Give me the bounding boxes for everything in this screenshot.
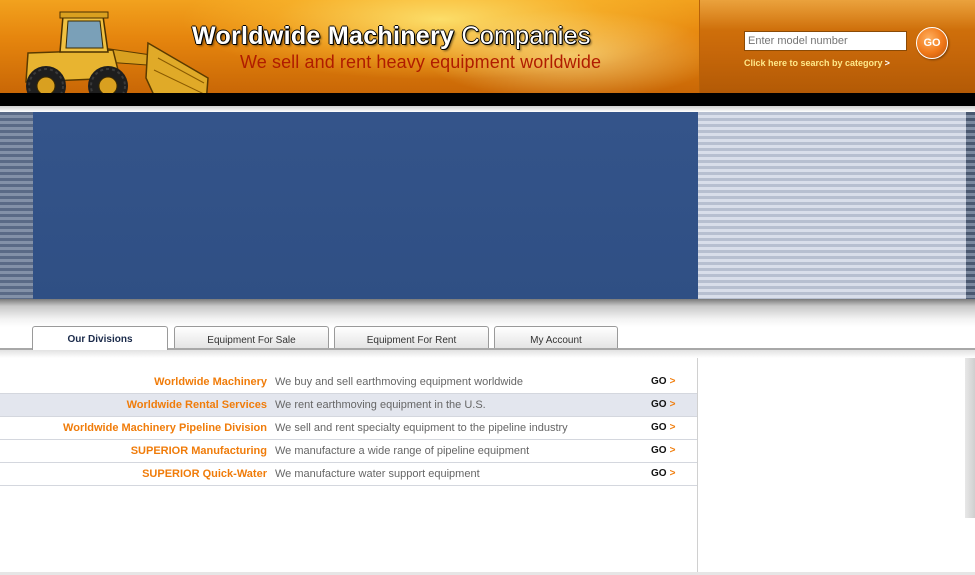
go-label: GO [651, 399, 667, 410]
header-black-bar [0, 93, 975, 106]
go-label: GO [651, 445, 667, 456]
division-name[interactable]: SUPERIOR Quick-Water [142, 468, 267, 480]
division-description: We sell and rent specialty equipment to … [275, 422, 568, 434]
right-edge-shade [965, 358, 975, 518]
division-go-link[interactable]: GO > [651, 445, 675, 456]
brand-title-bold: Worldwide Machinery [192, 22, 455, 50]
model-number-input[interactable] [744, 31, 907, 51]
division-row-rental-services[interactable]: Worldwide Rental Services We rent earthm… [0, 394, 697, 417]
division-name[interactable]: SUPERIOR Manufacturing [131, 445, 267, 457]
division-description: We rent earthmoving equipment in the U.S… [275, 399, 486, 411]
go-label: GO [651, 422, 667, 433]
hero-shadow [0, 299, 975, 327]
tab-equipment-for-sale[interactable]: Equipment For Sale [174, 326, 329, 348]
chevron-right-icon: > [669, 468, 676, 479]
tab-label: My Account [530, 335, 582, 346]
content-divider [697, 358, 698, 573]
division-row-worldwide-machinery[interactable]: Worldwide Machinery We buy and sell eart… [0, 371, 697, 394]
division-name[interactable]: Worldwide Machinery [154, 376, 267, 388]
hero-banner [33, 112, 698, 299]
chevron-right-icon: > [669, 399, 676, 410]
chevron-right-icon: > [669, 422, 676, 433]
tab-equipment-for-rent[interactable]: Equipment For Rent [334, 326, 489, 348]
hero-left-stripes [0, 112, 33, 299]
division-go-link[interactable]: GO > [651, 376, 675, 387]
go-label: GO [651, 376, 667, 387]
division-description: We buy and sell earthmoving equipment wo… [275, 376, 524, 388]
divisions-list: Worldwide Machinery We buy and sell eart… [0, 371, 697, 486]
chevron-right-icon: > [884, 58, 890, 68]
division-name[interactable]: Worldwide Rental Services [127, 399, 267, 411]
search-by-category-link[interactable]: Click here to search by category > [744, 58, 890, 68]
division-description: We manufacture water support equipment [275, 468, 480, 480]
tab-our-divisions[interactable]: Our Divisions [32, 326, 168, 350]
tab-underline-shade [0, 350, 975, 358]
division-name[interactable]: Worldwide Machinery Pipeline Division [63, 422, 267, 434]
tab-label: Equipment For Rent [366, 335, 457, 346]
division-go-link[interactable]: GO > [651, 422, 675, 433]
chevron-right-icon: > [669, 376, 676, 387]
site-header: Worldwide Machinery Companies We sell an… [0, 0, 975, 93]
wheel-loader-logo-icon [25, 11, 209, 93]
division-row-superior-manufacturing[interactable]: SUPERIOR Manufacturing We manufacture a … [0, 440, 697, 463]
division-row-superior-quick-water[interactable]: SUPERIOR Quick-Water We manufacture wate… [0, 463, 697, 486]
brand-title: Worldwide Machinery Companies [192, 22, 591, 51]
go-label: GO [651, 468, 667, 479]
search-panel-shine [700, 0, 975, 30]
tab-label: Our Divisions [67, 334, 133, 345]
tab-label: Equipment For Sale [207, 335, 296, 346]
hero-right-stripes [698, 112, 966, 299]
category-link-label: Click here to search by category [744, 58, 883, 68]
division-go-link[interactable]: GO > [651, 399, 675, 410]
search-go-button[interactable]: GO [916, 27, 948, 59]
division-row-pipeline-division[interactable]: Worldwide Machinery Pipeline Division We… [0, 417, 697, 440]
chevron-right-icon: > [669, 445, 676, 456]
tab-my-account[interactable]: My Account [494, 326, 618, 348]
division-go-link[interactable]: GO > [651, 468, 675, 479]
brand-title-light: Companies [461, 22, 591, 50]
hero-right-edge [966, 112, 975, 299]
tagline: We sell and rent heavy equipment worldwi… [240, 52, 602, 72]
division-description: We manufacture a wide range of pipeline … [275, 445, 530, 457]
